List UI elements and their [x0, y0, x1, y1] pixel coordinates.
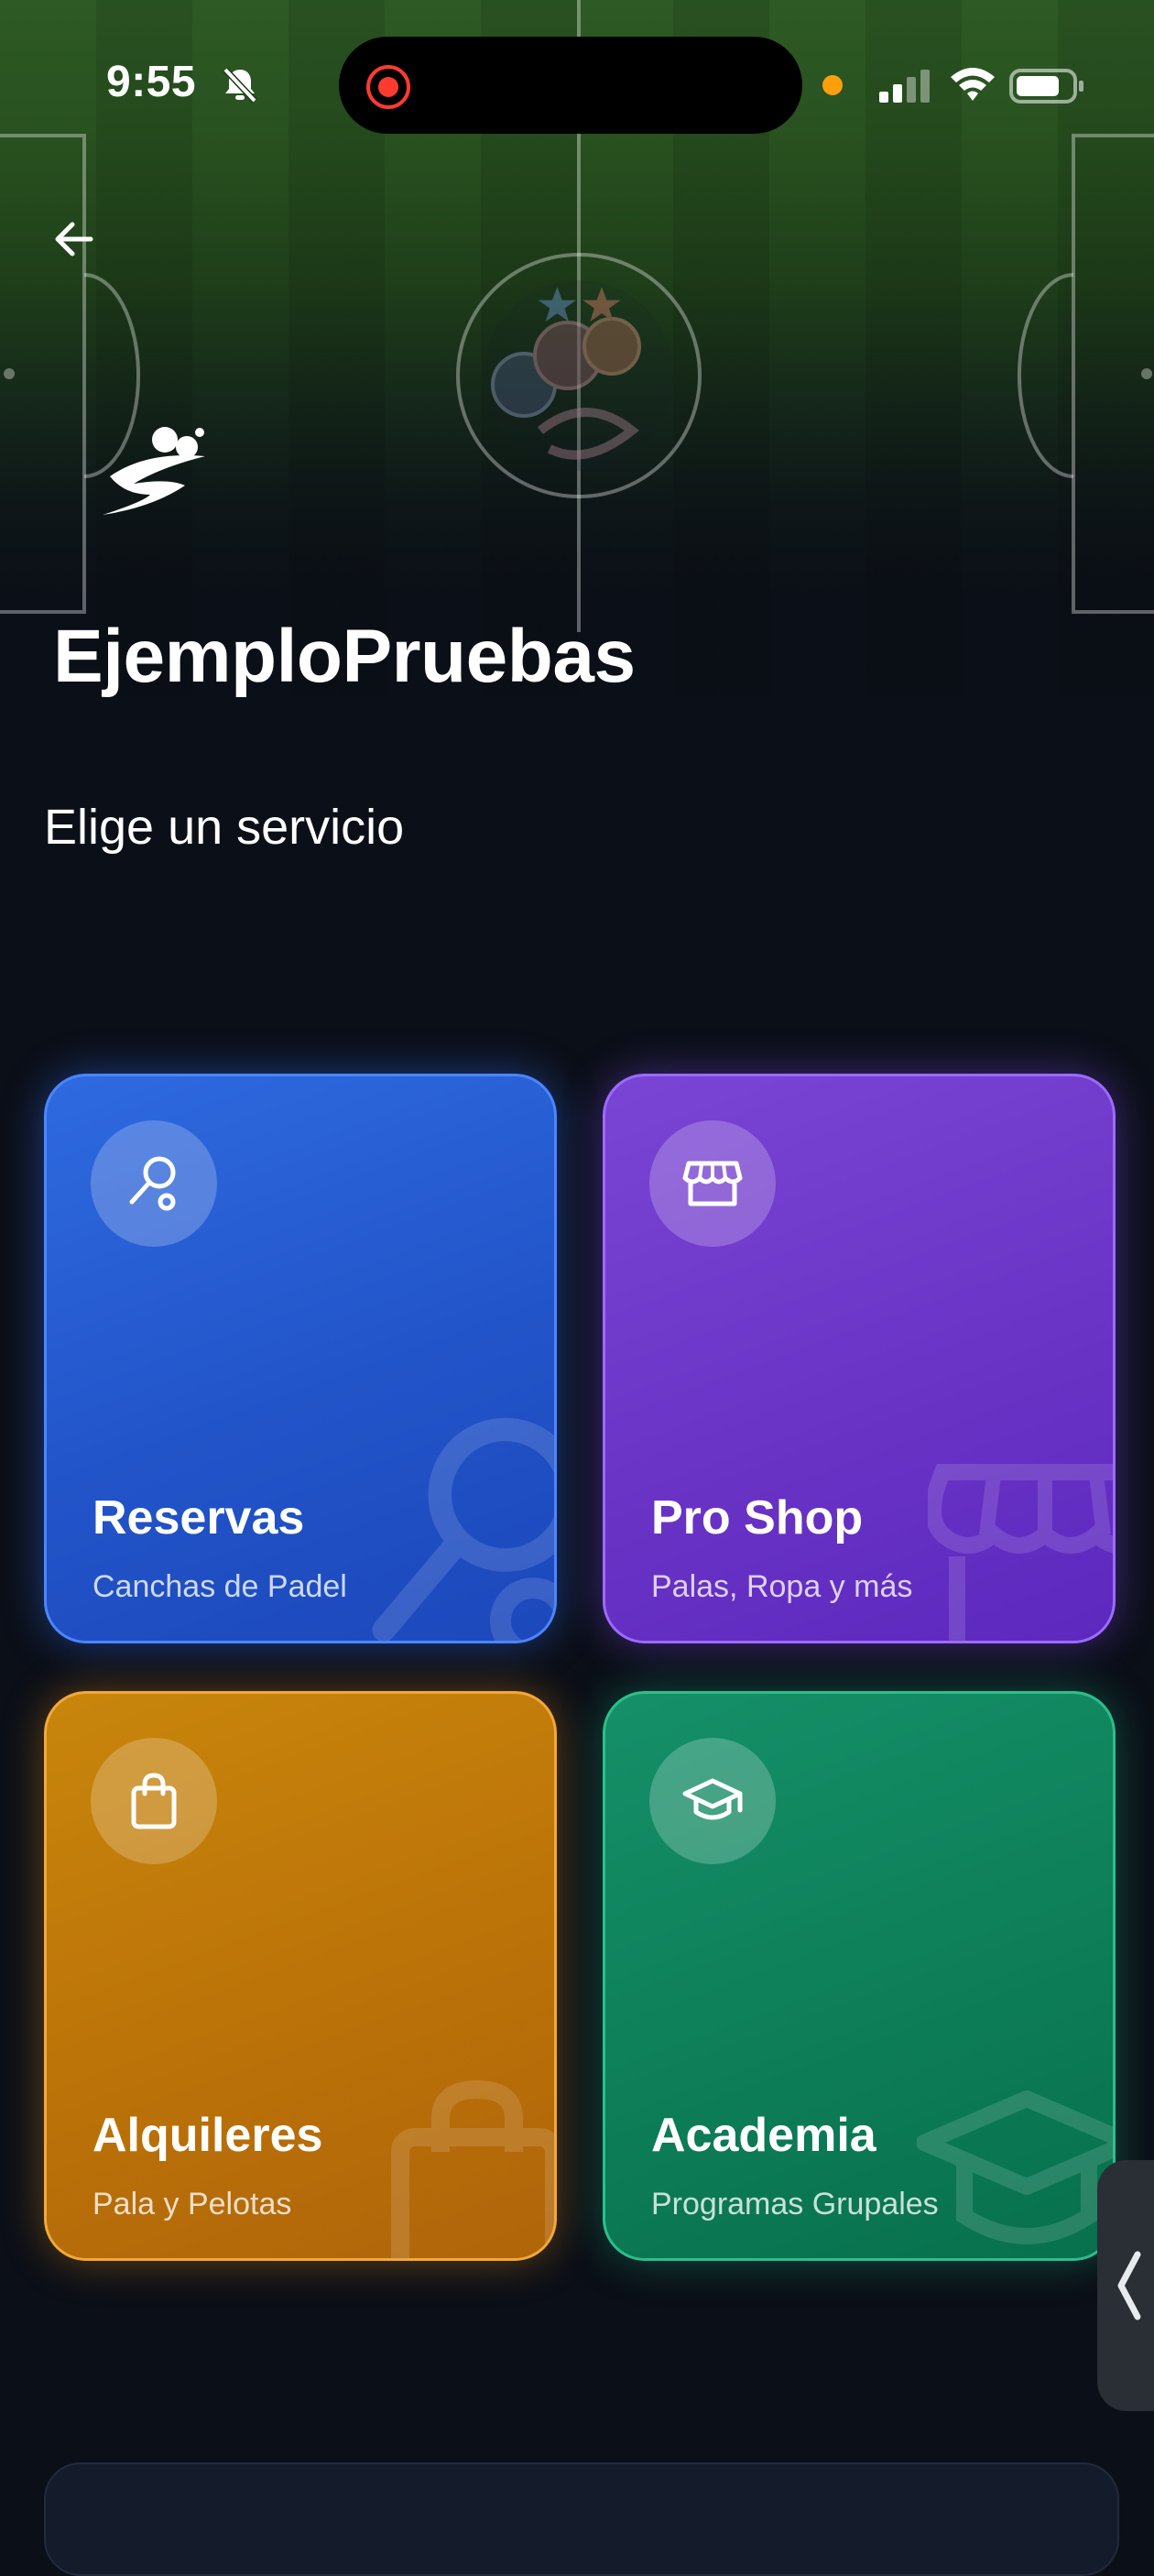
club-logo	[103, 427, 205, 515]
status-time: 9:55	[106, 58, 197, 106]
battery-icon	[1009, 69, 1083, 104]
service-subtitle: Palas, Ropa y más	[651, 1569, 913, 1604]
back-button[interactable]	[44, 209, 104, 269]
bottom-panel[interactable]	[44, 2462, 1119, 2576]
wifi-icon	[951, 68, 995, 101]
cellular-signal-icon	[879, 70, 930, 103]
padel-racket-watermark-icon	[372, 1417, 554, 1641]
arrow-left-icon	[55, 222, 93, 257]
side-panel-handle[interactable]	[1097, 2160, 1154, 2411]
bell-muted-icon	[223, 67, 257, 104]
store-watermark-icon	[928, 1464, 1113, 1641]
service-card-reservas[interactable]: Reservas Canchas de Padel	[44, 1074, 557, 1643]
service-icon-alquileres	[91, 1738, 217, 1864]
service-card-pro-shop[interactable]: Pro Shop Palas, Ropa y más	[603, 1074, 1116, 1643]
service-title: Reservas	[93, 1491, 305, 1545]
service-subtitle: Canchas de Padel	[93, 1569, 347, 1604]
screen-recording-icon	[366, 65, 410, 109]
service-icon-academia	[649, 1738, 776, 1864]
store-icon	[682, 1161, 743, 1206]
service-card-academia[interactable]: Academia Programas Grupales	[603, 1691, 1116, 2261]
club-name: EjemploPruebas	[53, 615, 636, 698]
service-subtitle: Pala y Pelotas	[93, 2187, 292, 2221]
shopping-bag-watermark-icon	[391, 2079, 554, 2258]
service-icon-reservas	[91, 1120, 217, 1247]
padel-racket-icon	[129, 1156, 176, 1211]
service-title: Pro Shop	[651, 1491, 864, 1545]
shopping-bag-icon	[131, 1773, 177, 1829]
privacy-indicator-icon	[822, 75, 843, 95]
service-title: Alquileres	[93, 2109, 323, 2162]
service-subtitle: Programas Grupales	[651, 2187, 939, 2221]
section-title: Elige un servicio	[44, 800, 405, 855]
chevron-left-icon	[1117, 2251, 1141, 2320]
graduation-cap-watermark-icon	[917, 2090, 1113, 2244]
center-emblem	[484, 280, 674, 471]
service-card-alquileres[interactable]: Alquileres Pala y Pelotas	[44, 1691, 557, 2261]
service-title: Academia	[651, 2109, 876, 2162]
graduation-cap-icon	[682, 1778, 743, 1820]
service-icon-pro-shop	[649, 1120, 776, 1247]
